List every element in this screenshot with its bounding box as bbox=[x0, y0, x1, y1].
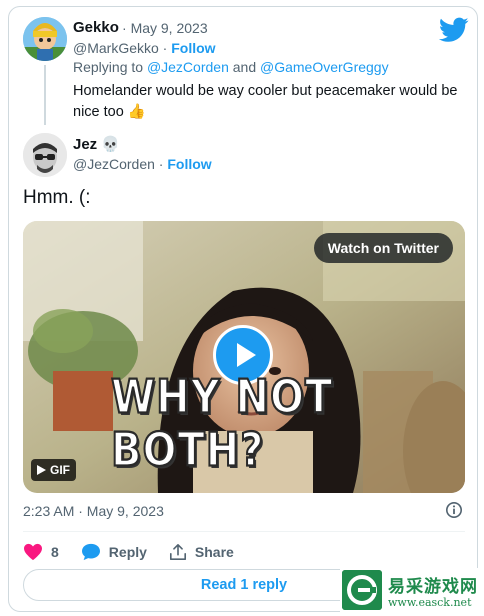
gif-play-icon bbox=[37, 465, 46, 475]
reply-label: Reply bbox=[108, 544, 147, 560]
gif-badge[interactable]: GIF bbox=[31, 459, 76, 481]
tweet-follow-link[interactable]: Follow bbox=[167, 156, 211, 172]
play-icon bbox=[237, 343, 256, 367]
avatar-gekko[interactable] bbox=[23, 17, 67, 61]
quoted-display-name[interactable]: Gekko bbox=[73, 19, 119, 36]
gif-caption: WHY NOT BOTH? bbox=[110, 370, 334, 478]
replying-to-line: Replying to @JezCorden and @GameOverGreg… bbox=[73, 59, 389, 75]
tweet-display-name-text[interactable]: Jez bbox=[73, 136, 97, 153]
watch-on-twitter-button[interactable]: Watch on Twitter bbox=[313, 233, 453, 263]
info-icon[interactable] bbox=[445, 501, 463, 519]
quoted-follow-link[interactable]: Follow bbox=[171, 40, 215, 56]
replying-user-gameovergreggy[interactable]: @GameOverGreggy bbox=[260, 59, 389, 75]
tweet-text: Hmm. (: bbox=[23, 187, 91, 208]
heart-icon bbox=[24, 543, 42, 561]
like-count: 8 bbox=[51, 544, 59, 560]
twitter-bird-icon[interactable] bbox=[439, 17, 469, 43]
action-bar: 8 Reply Share bbox=[23, 539, 234, 565]
reply-button[interactable]: Reply bbox=[81, 543, 147, 561]
tweet-handle[interactable]: @JezCorden bbox=[73, 156, 155, 172]
quoted-handle[interactable]: @MarkGekko bbox=[73, 40, 159, 56]
gif-media[interactable]: Watch on Twitter WHY NOT BOTH? GIF bbox=[23, 221, 465, 493]
reply-bubble-icon bbox=[81, 543, 100, 561]
replying-user-jezcorden[interactable]: @JezCorden bbox=[147, 59, 229, 75]
tweet-display-name[interactable]: Jez 💀 bbox=[73, 135, 120, 153]
quoted-tweet-text: Homelander would be way cooler but peace… bbox=[73, 83, 458, 120]
share-label: Share bbox=[194, 544, 234, 560]
share-icon bbox=[169, 543, 186, 561]
avatar-jez[interactable] bbox=[23, 133, 67, 177]
quoted-date-text[interactable]: May 9, 2023 bbox=[131, 20, 208, 36]
tweet-embed-card: Gekko · May 9, 2023 @MarkGekko · Follow … bbox=[8, 6, 478, 612]
tweet-handle-line: @JezCorden · Follow bbox=[73, 156, 212, 172]
like-button[interactable]: 8 bbox=[23, 543, 59, 561]
gif-badge-text: GIF bbox=[50, 463, 70, 477]
watermark-title: 易采游戏网 bbox=[388, 577, 478, 597]
site-watermark: 易采游戏网 www.easck.net bbox=[340, 568, 480, 614]
quoted-date[interactable]: · May 9, 2023 bbox=[122, 20, 208, 36]
tweet-timestamp[interactable]: 2:23 AM · May 9, 2023 bbox=[23, 503, 164, 519]
watermark-url: www.easck.net bbox=[388, 596, 472, 609]
replying-and: and bbox=[232, 59, 257, 75]
skull-emoji: 💀 bbox=[101, 136, 121, 153]
replying-prefix: Replying to bbox=[73, 59, 144, 75]
thread-line bbox=[44, 65, 46, 125]
quoted-handle-line: @MarkGekko · Follow bbox=[73, 40, 216, 56]
divider bbox=[23, 531, 465, 532]
site-logo-icon bbox=[342, 570, 382, 610]
share-button[interactable]: Share bbox=[169, 543, 234, 561]
